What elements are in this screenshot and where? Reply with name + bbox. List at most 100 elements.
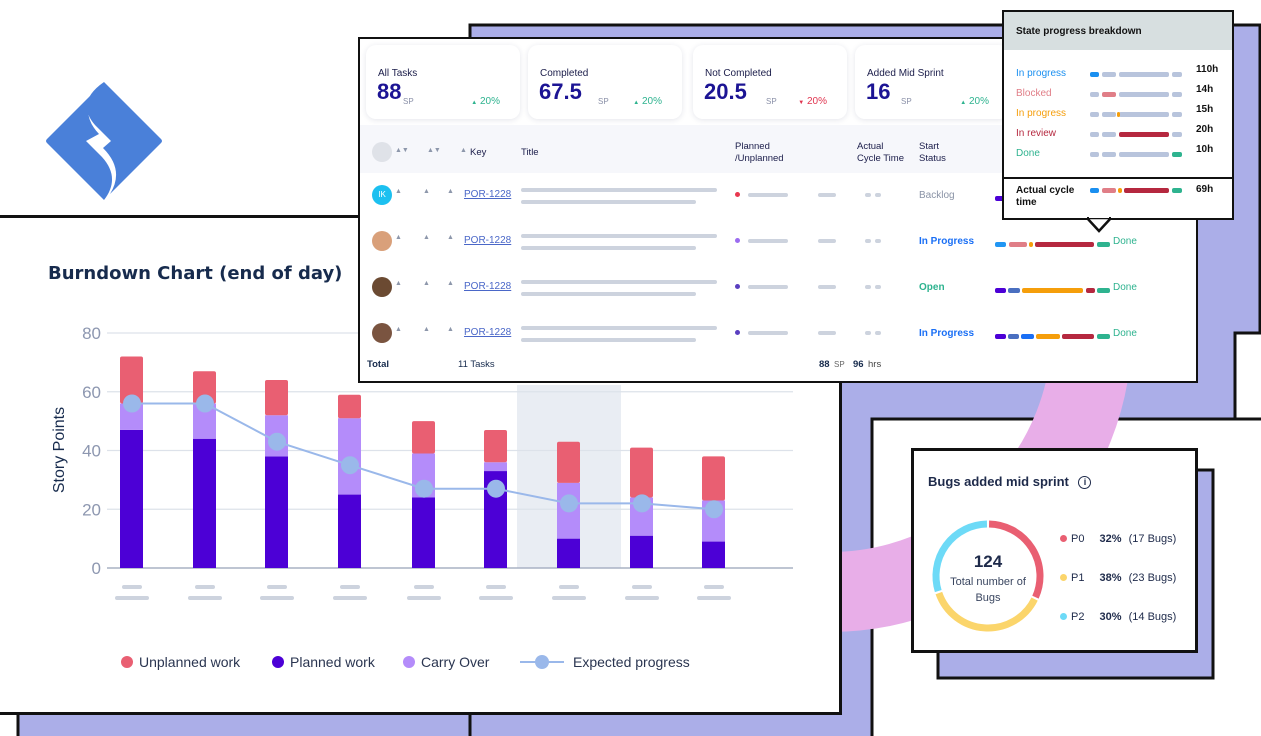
sort-icon: ▲ [395, 326, 402, 333]
bar-planned-work [557, 538, 580, 568]
total-tasks: 11 Tasks [458, 359, 495, 370]
bar-unplanned-work [702, 456, 725, 501]
end-status: Done [1113, 236, 1137, 247]
total-hours: 96 [853, 359, 864, 370]
start-status: Backlog [919, 190, 955, 201]
y-tick-label: 20 [82, 500, 101, 519]
state-segment [1008, 334, 1019, 339]
state-bar-segment [1090, 132, 1099, 137]
header-start-status[interactable]: Start Status [919, 141, 946, 165]
stat-value: 16 [866, 79, 891, 104]
sort-icon: ▲ [423, 234, 430, 241]
state-bar-segment [1102, 112, 1116, 117]
x-label-placeholder [115, 596, 149, 600]
bar-planned-work [412, 497, 435, 568]
state-segment [1097, 288, 1110, 293]
expected-progress-point [341, 456, 359, 475]
expected-progress-point [487, 479, 505, 498]
legend-marker [121, 656, 133, 668]
y-tick-label: 40 [82, 442, 101, 461]
planned-dot [735, 284, 740, 289]
stat-label: Not Completed [705, 68, 772, 79]
y-tick-label: 80 [82, 324, 101, 343]
bug-legend-item: P2 30% (14 Bugs) [1060, 611, 1176, 623]
info-icon[interactable]: i [1078, 476, 1092, 489]
bug-legend-item: P1 38% (23 Bugs) [1060, 572, 1176, 584]
x-label-placeholder [479, 596, 513, 600]
y-axis-label: Story Points [51, 407, 68, 493]
stat-card: Completed 67.5 SP ▲ 20% [528, 45, 682, 119]
sort-icon[interactable]: ▲▼ [395, 147, 409, 154]
table-row[interactable]: ▲ ▲ ▲ POR-1228 In Progress Done [360, 221, 1196, 267]
x-label-placeholder [267, 585, 287, 589]
issue-key-link[interactable]: POR-1228 [464, 235, 511, 246]
state-segment [1097, 334, 1110, 339]
planned-dot [735, 330, 740, 335]
bar-unplanned-work [265, 380, 288, 416]
cycle-segment [1172, 188, 1182, 193]
issue-key-link[interactable]: POR-1228 [464, 281, 511, 292]
state-segment [995, 242, 1006, 247]
x-label-placeholder [333, 596, 367, 600]
state-value: 15h [1196, 104, 1214, 115]
bar-planned-work [193, 438, 216, 568]
state-label: In review [1016, 128, 1057, 139]
bar-planned-work [120, 429, 143, 568]
header-key[interactable]: Key [470, 147, 486, 159]
expected-progress-point [560, 494, 578, 513]
state-label: Blocked [1016, 88, 1052, 99]
state-bar-segment [1172, 132, 1182, 137]
x-label-placeholder [195, 585, 215, 589]
stat-value: 88 [377, 79, 402, 104]
header-planned[interactable]: Planned /Unplanned [735, 141, 784, 165]
stat-unit: SP [901, 97, 912, 106]
state-value: 20h [1196, 124, 1214, 135]
issue-key-link[interactable]: POR-1228 [464, 189, 511, 200]
stat-card: Added Mid Sprint 16 SP ▲ 20% [855, 45, 1009, 119]
state-segment [1009, 242, 1027, 247]
header-title[interactable]: Title [521, 147, 539, 159]
stat-label: Added Mid Sprint [867, 68, 944, 79]
header-cycle-time[interactable]: Actual Cycle Time [857, 141, 904, 165]
bugs-title: Bugs added mid sprint i [928, 474, 1092, 489]
sort-icon[interactable]: ▲▼ [427, 147, 441, 154]
state-bar-segment [1119, 72, 1169, 77]
stat-unit: SP [598, 97, 609, 106]
bar-planned-work [265, 456, 288, 568]
x-label-placeholder [122, 585, 142, 589]
expected-progress-point [705, 500, 723, 519]
issue-key-link[interactable]: POR-1228 [464, 327, 511, 338]
state-bar-segment [1119, 152, 1169, 157]
state-segment [1062, 334, 1094, 339]
bug-legend-item: P0 32% (17 Bugs) [1060, 533, 1176, 545]
state-bar-segment [1090, 112, 1099, 117]
table-row[interactable]: ▲ ▲ ▲ POR-1228 Open Done [360, 267, 1196, 313]
state-bar-segment [1102, 92, 1116, 97]
stat-change: ▲ 20% [633, 96, 662, 107]
y-tick-label: 0 [92, 559, 101, 578]
x-label-placeholder [552, 596, 586, 600]
x-label-placeholder [340, 585, 360, 589]
sort-icon: ▲ [423, 326, 430, 333]
stat-change: ▲ 20% [960, 96, 989, 107]
stat-unit: SP [766, 97, 777, 106]
cycle-time-value: 69h [1196, 184, 1214, 195]
x-label-placeholder [697, 596, 731, 600]
bar-unplanned-work [338, 394, 361, 419]
user-icon[interactable] [372, 142, 392, 162]
legend-label: Expected progress [573, 654, 690, 670]
bar-unplanned-work [412, 421, 435, 454]
end-status: Done [1113, 328, 1137, 339]
stat-unit: SP [403, 97, 414, 106]
state-bar-segment [1102, 152, 1116, 157]
legend-marker [272, 656, 284, 668]
state-bar-segment [1119, 92, 1169, 97]
state-segment [1086, 288, 1095, 293]
state-value: 14h [1196, 84, 1214, 95]
sort-icon[interactable]: ▲ [460, 147, 467, 154]
total-label: Total [367, 359, 389, 370]
state-segment [995, 334, 1006, 339]
state-bar-segment [1090, 92, 1099, 97]
state-label: In progress [1016, 108, 1067, 119]
avatar [372, 277, 392, 297]
